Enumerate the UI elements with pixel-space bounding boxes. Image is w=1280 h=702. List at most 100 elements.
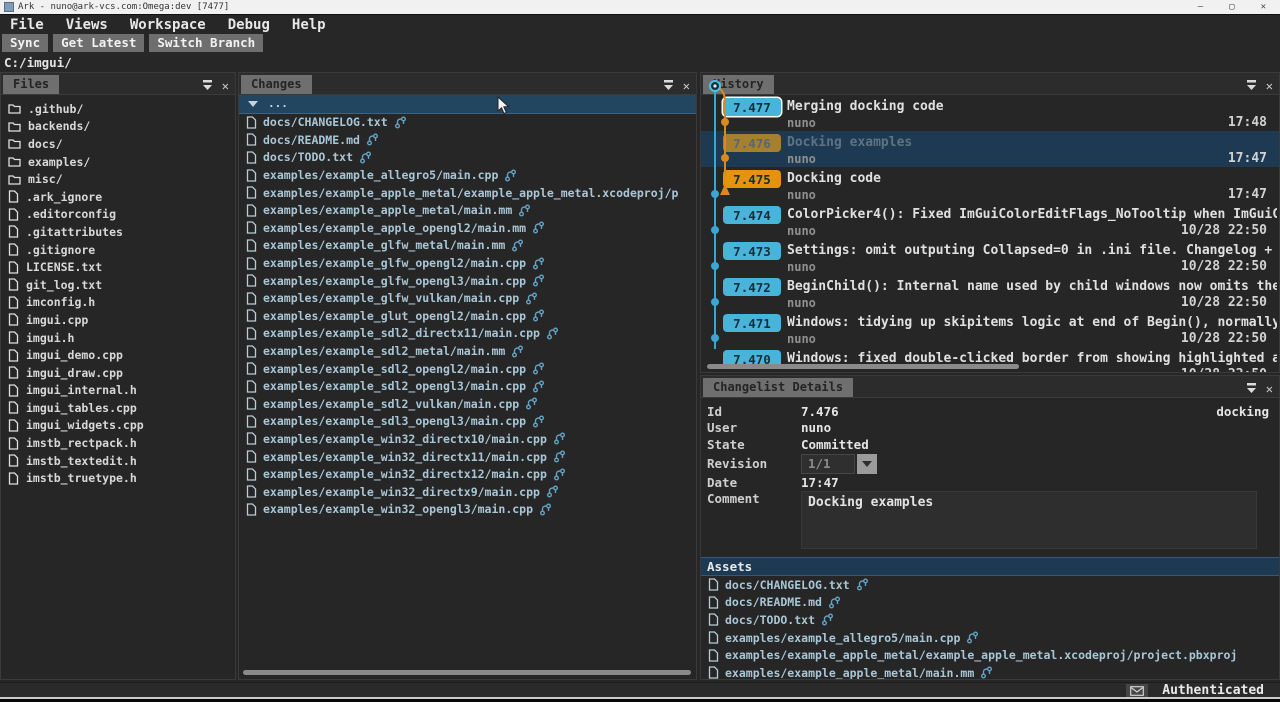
changed-file-row[interactable]: examples/example_apple_metal/main.mm <box>239 201 696 219</box>
changed-file-row[interactable]: examples/example_glfw_vulkan/main.cpp <box>239 289 696 307</box>
toolbar-button[interactable]: Switch Branch <box>149 34 263 52</box>
revision-value[interactable]: 1/1 <box>801 454 855 474</box>
menu-item[interactable]: Workspace <box>130 17 206 33</box>
changed-file-row[interactable]: examples/example_apple_metal/example_app… <box>239 184 696 202</box>
tab-changelist-details[interactable]: Changelist Details <box>703 378 853 397</box>
file-tree-item[interactable]: examples/ <box>1 153 235 171</box>
file-tree-item[interactable]: misc/ <box>1 170 235 188</box>
asset-file-row[interactable]: examples/example_allegro5/main.cpp <box>701 629 1279 647</box>
changelist-badge[interactable]: 7.472 <box>723 278 781 296</box>
changed-file-row[interactable]: examples/example_glut_opengl2/main.cpp <box>239 307 696 325</box>
toolbar-button[interactable]: Sync <box>2 34 48 52</box>
file-tree-item[interactable]: imstb_truetype.h <box>1 469 235 487</box>
tab-changes[interactable]: Changes <box>241 75 312 94</box>
file-tree-item[interactable]: git_log.txt <box>1 276 235 294</box>
file-tree-item[interactable]: imgui_tables.cpp <box>1 399 235 417</box>
changed-file-row[interactable]: examples/example_win32_opengl3/main.cpp <box>239 501 696 519</box>
file-tree-item[interactable]: backends/ <box>1 118 235 136</box>
changed-file-row[interactable]: examples/example_sdl2_opengl2/main.cpp <box>239 360 696 378</box>
changed-file-row[interactable]: examples/example_glfw_opengl2/main.cpp <box>239 254 696 272</box>
filter-icon[interactable] <box>1245 76 1258 95</box>
file-tree-item[interactable]: .github/ <box>1 100 235 118</box>
changes-hscrollbar[interactable] <box>243 670 691 675</box>
maximize-button[interactable]: ▢ <box>1229 2 1234 12</box>
changed-file-row[interactable]: examples/example_win32_directx10/main.cp… <box>239 430 696 448</box>
menu-item[interactable]: Help <box>292 17 326 33</box>
tab-history[interactable]: History <box>703 75 774 94</box>
changed-file-row[interactable]: docs/TODO.txt <box>239 149 696 167</box>
revision-dropdown-button[interactable] <box>857 454 877 474</box>
changelist-badge[interactable]: 7.471 <box>723 314 781 332</box>
file-tree-item[interactable]: LICENSE.txt <box>1 258 235 276</box>
changed-file-row[interactable]: examples/example_apple_opengl2/main.mm <box>239 219 696 237</box>
branch-icon <box>553 450 566 463</box>
menu-item[interactable]: File <box>10 17 44 33</box>
changed-file-row[interactable]: examples/example_glfw_opengl3/main.cpp <box>239 272 696 290</box>
changed-file-row[interactable]: examples/example_allegro5/main.cpp <box>239 166 696 184</box>
mail-icon[interactable] <box>1126 684 1148 697</box>
changelist-badge[interactable]: 7.477 <box>723 98 781 116</box>
toolbar-button[interactable]: Get Latest <box>53 34 144 52</box>
close-panel-icon[interactable]: ✕ <box>1266 383 1273 395</box>
changelist-badge[interactable]: 7.476 <box>723 134 781 152</box>
close-panel-icon[interactable]: ✕ <box>683 80 690 92</box>
file-tree-item[interactable]: imstb_textedit.h <box>1 452 235 470</box>
file-tree-item[interactable]: imgui_internal.h <box>1 382 235 400</box>
close-button[interactable]: ✕ <box>1261 2 1266 12</box>
changed-file-row[interactable]: examples/example_win32_directx9/main.cpp <box>239 483 696 501</box>
asset-file-row[interactable]: examples/example_apple_metal/main.mm <box>701 664 1279 680</box>
file-tree-item[interactable]: .editorconfig <box>1 206 235 224</box>
filter-icon[interactable] <box>201 76 214 95</box>
menu-item[interactable]: Views <box>66 17 108 33</box>
filter-icon[interactable] <box>1245 379 1258 398</box>
close-panel-icon[interactable]: ✕ <box>1266 80 1273 92</box>
changelist-root-row[interactable]: ... <box>239 95 696 114</box>
file-tree-item[interactable]: imgui.h <box>1 329 235 347</box>
file-tree-item[interactable]: .gitignore <box>1 241 235 259</box>
tab-files[interactable]: Files <box>3 75 59 94</box>
file-tree-item[interactable]: imgui_widgets.cpp <box>1 417 235 435</box>
folder-icon <box>8 174 21 185</box>
changelist-badge[interactable]: 7.473 <box>723 242 781 260</box>
changed-file-row[interactable]: examples/example_sdl3_opengl3/main.cpp <box>239 413 696 431</box>
file-tree-item[interactable]: .gitattributes <box>1 223 235 241</box>
menu-item[interactable]: Debug <box>228 17 270 33</box>
minimize-button[interactable]: — <box>1198 2 1203 12</box>
file-tree-item[interactable]: imconfig.h <box>1 294 235 312</box>
changed-file-row[interactable]: examples/example_sdl2_metal/main.mm <box>239 342 696 360</box>
history-entry-row[interactable]: 7.474 ColorPicker4(): Fixed ImGuiColorEd… <box>701 203 1279 239</box>
file-name: imgui.h <box>26 331 74 345</box>
filter-icon[interactable] <box>662 76 675 95</box>
asset-file-row[interactable]: examples/example_apple_metal/example_app… <box>701 646 1279 664</box>
file-tree-item[interactable]: imgui_demo.cpp <box>1 346 235 364</box>
asset-file-row[interactable]: docs/TODO.txt <box>701 611 1279 629</box>
asset-file-row[interactable]: docs/CHANGELOG.txt <box>701 576 1279 594</box>
changed-file-row[interactable]: examples/example_sdl2_opengl3/main.cpp <box>239 377 696 395</box>
changed-file-row[interactable]: examples/example_win32_directx12/main.cp… <box>239 465 696 483</box>
file-tree-item[interactable]: imgui_draw.cpp <box>1 364 235 382</box>
history-entry-row[interactable]: 7.471 Windows: tidying up skipitems logi… <box>701 311 1279 347</box>
close-panel-icon[interactable]: ✕ <box>222 80 229 92</box>
changed-file-row[interactable]: docs/CHANGELOG.txt <box>239 114 696 132</box>
changed-file-row[interactable]: examples/example_glfw_metal/main.mm <box>239 237 696 255</box>
changed-file-row[interactable]: examples/example_win32_directx11/main.cp… <box>239 448 696 466</box>
history-entry-row[interactable]: 7.476 Docking examples nuno 17:47 <box>701 131 1279 167</box>
file-tree-item[interactable]: imgui.cpp <box>1 311 235 329</box>
changelist-badge[interactable]: 7.475 <box>723 170 781 188</box>
changed-file-row[interactable]: examples/example_sdl2_directx11/main.cpp <box>239 325 696 343</box>
history-entry-row[interactable]: 7.475 Docking code nuno 17:47 <box>701 167 1279 203</box>
history-entry-row[interactable]: 7.473 Settings: omit outputing Collapsed… <box>701 239 1279 275</box>
asset-file-row[interactable]: docs/README.md <box>701 594 1279 612</box>
changelist-badge[interactable]: 7.474 <box>723 206 781 224</box>
file-tree-item[interactable]: .ark_ignore <box>1 188 235 206</box>
history-entry-row[interactable]: 7.477 Merging docking code nuno 17:48 <box>701 95 1279 131</box>
history-hscrollbar[interactable] <box>707 364 1019 369</box>
changed-file-row[interactable]: examples/example_sdl2_vulkan/main.cpp <box>239 395 696 413</box>
file-tree-item[interactable]: imstb_rectpack.h <box>1 434 235 452</box>
history-entry-row[interactable]: 7.470 Windows: fixed double-clicked bord… <box>701 347 1279 373</box>
file-tree-item[interactable]: docs/ <box>1 135 235 153</box>
history-entry-row[interactable]: 7.472 BeginChild(): Internal name used b… <box>701 275 1279 311</box>
assets-section-header[interactable]: Assets <box>701 557 1279 576</box>
comment-textarea[interactable]: Docking examples <box>801 491 1257 549</box>
changed-file-row[interactable]: docs/README.md <box>239 131 696 149</box>
